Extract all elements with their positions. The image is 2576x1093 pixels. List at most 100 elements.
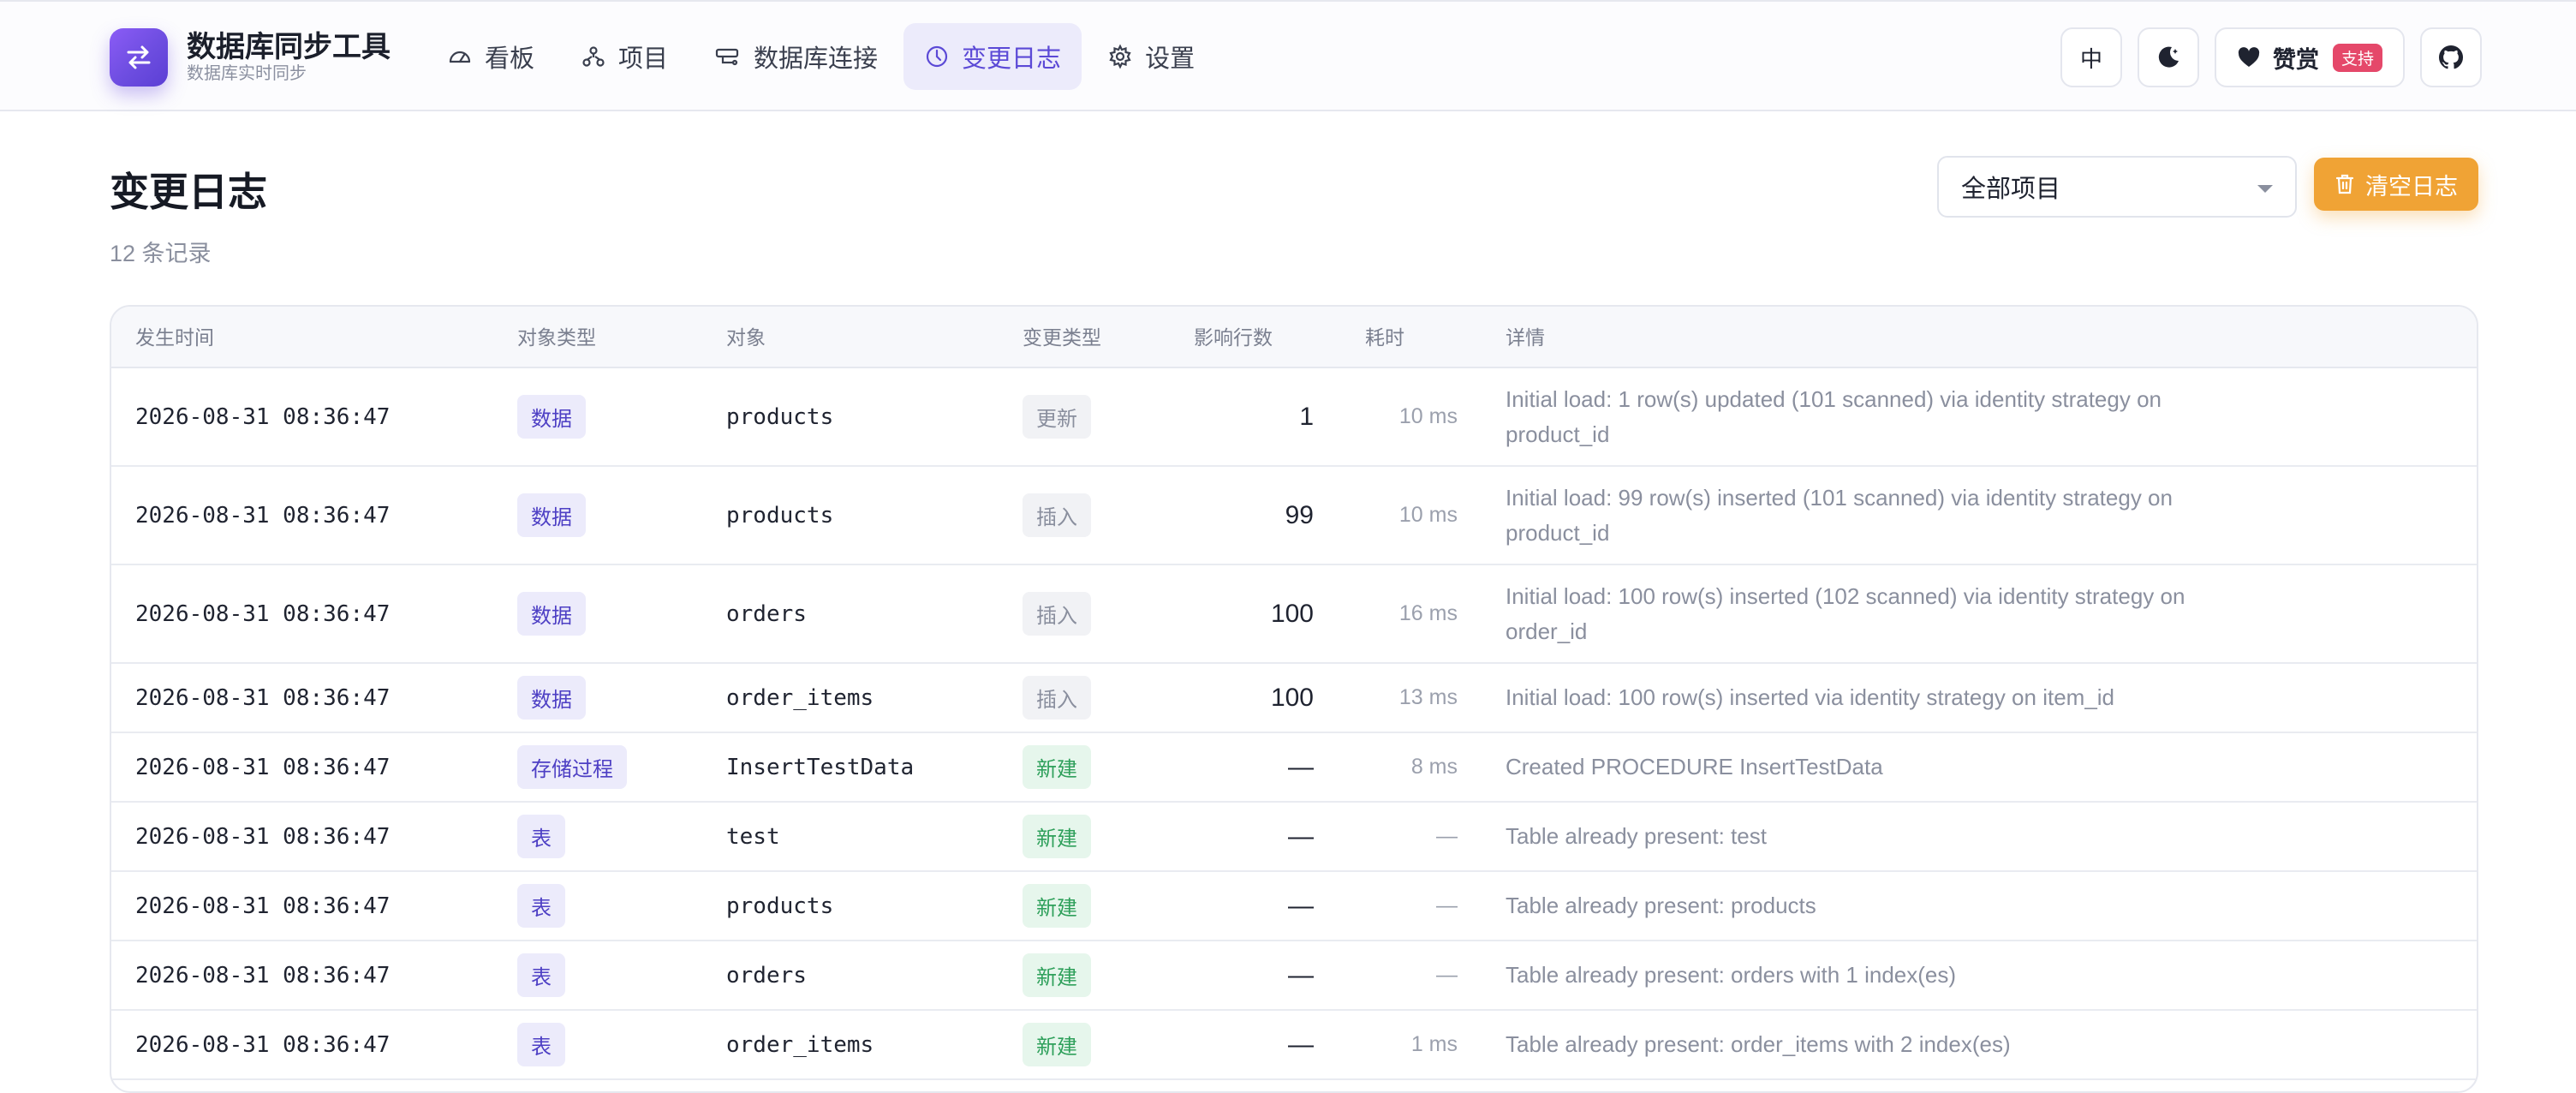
object-type-badge-cell: 数据 [517,368,586,465]
brand[interactable]: 数据库同步工具 数据库实时同步 [110,27,391,87]
change-type-badge: 更新 [1023,395,1091,439]
table-body: 2026-08-31 08:36:47 数据 products 更新 1 10 ms Ini… [111,368,2477,1080]
cell-detail: Table already present: order_items with … [1506,1031,2011,1057]
object-type-badge-cell: 存储过程 [517,733,627,801]
table-row[interactable]: 2026-08-31 08:36:47 表 products 新建 — — Table al… [111,872,2477,941]
nav-item-changelog[interactable]: 变更日志 [903,23,1082,90]
change-type-badge-cell: 插入 [1023,467,1091,564]
cell-object: InsertTestData [726,754,915,780]
record-count: 12 条记录 [110,241,212,266]
cell-detail: Initial load: 100 row(s) inserted (102 s… [1506,582,2185,644]
clear-log-label: 清空日志 [2365,173,2458,200]
clock-icon [926,45,948,68]
cell-object: orders [726,600,807,627]
cell-affected-rows: 100 [1270,599,1314,628]
app-title: 数据库同步工具 [187,31,391,63]
nav-item-dashboard[interactable]: 看板 [426,23,555,90]
cell-affected-rows: 100 [1270,683,1314,712]
project-filter-value: 全部项目 [1961,176,2061,203]
change-type-badge-cell: 新建 [1023,872,1091,940]
object-type-badge-cell: 表 [517,803,565,870]
nav-label-dashboard: 看板 [485,45,535,73]
github-icon [2438,45,2464,69]
change-type-badge: 新建 [1023,745,1091,789]
cell-detail: Table already present: products [1506,893,1816,918]
change-type-badge-cell: 新建 [1023,941,1091,1009]
github-button[interactable] [2420,27,2482,87]
project-filter-select[interactable]: 全部项目 [1937,156,2297,218]
table-row[interactable]: 2026-08-31 08:36:47 数据 orders 插入 100 16 ms Ini… [111,565,2477,664]
table-row[interactable]: 2026-08-31 08:36:47 表 order_items 新建 — 1 ms Ta… [111,1011,2477,1080]
column-header-duration[interactable]: 耗时 [1365,307,1404,368]
change-type-badge-cell: 新建 [1023,733,1091,801]
cell-time: 2026-08-31 08:36:47 [135,754,391,780]
cell-duration: — [1436,824,1458,848]
cell-object: products [726,502,834,529]
moon-icon [2158,46,2179,68]
cell-duration: — [1436,963,1458,987]
nav-item-settings[interactable]: 设置 [1087,23,1215,90]
nav-item-projects[interactable]: 项目 [560,23,689,90]
cell-duration: 10 ms [1398,404,1458,428]
change-type-badge: 插入 [1023,493,1091,537]
cell-object: order_items [726,1031,874,1058]
cell-affected-rows: — [1288,752,1314,781]
gear-icon [1109,44,1131,69]
cell-affected-rows: — [1288,891,1314,920]
sponsor-label: 赞赏 [2272,46,2319,73]
table-row[interactable]: 2026-08-31 08:36:47 表 test 新建 — — Table alread… [111,803,2477,872]
page-title: 变更日志 [110,170,267,214]
change-type-badge: 插入 [1023,592,1091,636]
object-type-badge: 表 [517,1023,565,1066]
cell-object: order_items [726,684,874,711]
column-header-time[interactable]: 发生时间 [135,307,214,368]
change-type-badge: 新建 [1023,953,1091,997]
table-row[interactable]: 2026-08-31 08:36:47 存储过程 InsertTestData 新建 —… [111,733,2477,803]
table-row[interactable]: 2026-08-31 08:36:47 数据 products 更新 1 10 ms Ini… [111,368,2477,467]
cell-duration: 8 ms [1410,755,1458,779]
support-badge: 支持 [2332,43,2382,72]
cell-affected-rows: 1 [1299,402,1314,431]
nav-label-settings: 设置 [1145,45,1196,73]
dashboard-icon [449,51,471,63]
cell-detail: Table already present: test [1506,823,1767,849]
nav-item-db-connections[interactable]: 数据库连接 [694,23,898,90]
column-header-object[interactable]: 对象 [726,307,766,368]
object-type-badge: 表 [517,953,565,997]
column-header-detail[interactable]: 详情 [1506,307,2208,368]
object-type-badge: 表 [517,884,565,928]
cell-detail: Initial load: 99 row(s) inserted (101 sc… [1506,484,2173,546]
cell-detail: Created PROCEDURE InsertTestData [1506,754,1883,779]
change-type-badge: 新建 [1023,884,1091,928]
clear-log-button[interactable]: 清空日志 [2314,158,2478,211]
change-type-badge-cell: 新建 [1023,1011,1091,1078]
main-nav: 看板 项目 数据库连接 变更日志 设置 [426,22,1220,91]
object-type-badge-cell: 数据 [517,467,586,564]
cell-object: products [726,893,834,919]
column-header-change-type[interactable]: 变更类型 [1023,307,1101,368]
column-header-object-type[interactable]: 对象类型 [517,307,596,368]
change-type-badge-cell: 插入 [1023,565,1091,662]
object-type-badge-cell: 表 [517,1011,565,1078]
top-bar: 数据库同步工具 数据库实时同步 看板 项目 数据库连接 变更日志 设置 中 赞赏… [0,0,2576,111]
table-row[interactable]: 2026-08-31 08:36:47 数据 products 插入 99 10 ms In… [111,467,2477,565]
cell-time: 2026-08-31 08:36:47 [135,502,391,529]
cell-object: orders [726,962,807,988]
chevron-down-icon [2257,185,2273,193]
language-toggle-button[interactable]: 中 [2060,27,2122,87]
table-header: 发生时间 对象类型 对象 变更类型 影响行数 耗时 详情 [111,307,2477,368]
app-subtitle: 数据库实时同步 [187,64,307,83]
change-type-badge-cell: 新建 [1023,803,1091,870]
theme-toggle-button[interactable] [2137,27,2199,87]
cell-detail: Initial load: 1 row(s) updated (101 scan… [1506,385,2162,447]
cell-affected-rows: — [1288,1030,1314,1059]
cell-duration: — [1436,893,1458,917]
object-type-badge: 数据 [517,592,586,636]
sponsor-button[interactable]: 赞赏 支持 [2214,27,2405,87]
nav-label-db-connections: 数据库连接 [754,45,879,73]
cell-duration: 1 ms [1410,1032,1458,1056]
column-header-rows[interactable]: 影响行数 [1194,307,1273,368]
table-row[interactable]: 2026-08-31 08:36:47 表 orders 新建 — — Table alre… [111,941,2477,1011]
object-type-badge: 数据 [517,676,586,720]
table-row[interactable]: 2026-08-31 08:36:47 数据 order_items 插入 100 13 … [111,664,2477,733]
